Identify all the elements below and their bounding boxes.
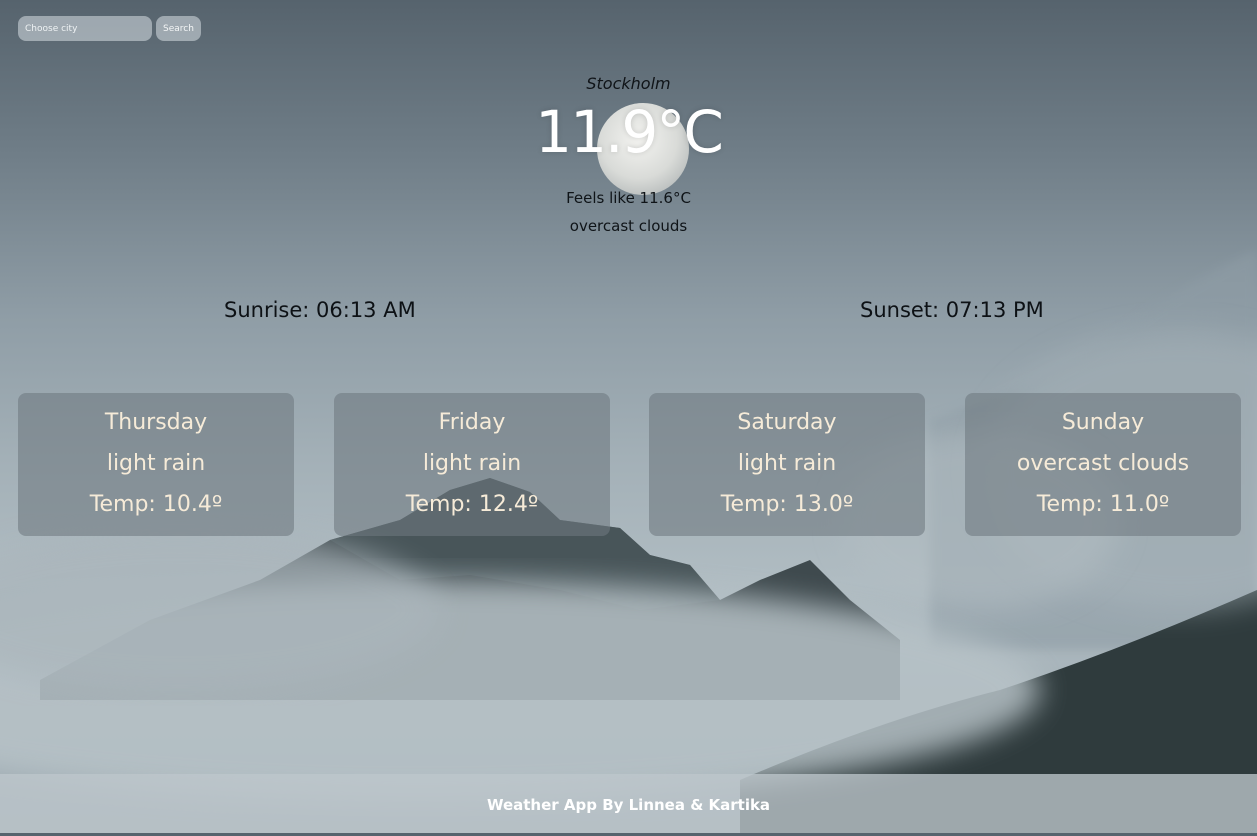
forecast-temp: Temp: 10.4º [89, 492, 223, 517]
forecast-description: light rain [106, 451, 206, 476]
forecast-day: Friday [438, 410, 506, 435]
forecast-card-thursday: Thursday light rain Temp: 10.4º [18, 393, 294, 536]
city-name: Stockholm [586, 74, 671, 93]
sunset-time: Sunset: 07:13 PM [860, 298, 1044, 322]
forecast-day: Thursday [104, 410, 208, 435]
forecast-temp: Temp: 11.0º [1036, 492, 1170, 517]
weather-description: overcast clouds [569, 217, 688, 235]
forecast-day: Sunday [1061, 410, 1145, 435]
city-search-input[interactable] [18, 16, 152, 41]
forecast-temp: Temp: 13.0º [720, 492, 854, 517]
forecast-card-sunday: Sunday overcast clouds Temp: 11.0º [965, 393, 1241, 536]
footer: Weather App By Linnea & Kartika [0, 774, 1257, 833]
footer-credit: Weather App By Linnea & Kartika [486, 796, 771, 814]
forecast-description: light rain [422, 451, 522, 476]
search-button[interactable]: Search [156, 16, 201, 41]
forecast-day: Saturday [737, 410, 837, 435]
forecast-description: light rain [737, 451, 837, 476]
feels-like: Feels like 11.6°C [566, 189, 691, 207]
forecast-description: overcast clouds [1016, 451, 1190, 476]
search-bar: Search [18, 16, 201, 41]
forecast-card-friday: Friday light rain Temp: 12.4º [334, 393, 610, 536]
forecast-temp: Temp: 12.4º [405, 492, 539, 517]
current-temperature: 11.9°C [535, 98, 724, 166]
forecast-card-saturday: Saturday light rain Temp: 13.0º [649, 393, 925, 536]
sunrise-time: Sunrise: 06:13 AM [224, 298, 416, 322]
current-weather: Stockholm 11.9°C Feels like 11.6°C overc… [0, 74, 1257, 235]
